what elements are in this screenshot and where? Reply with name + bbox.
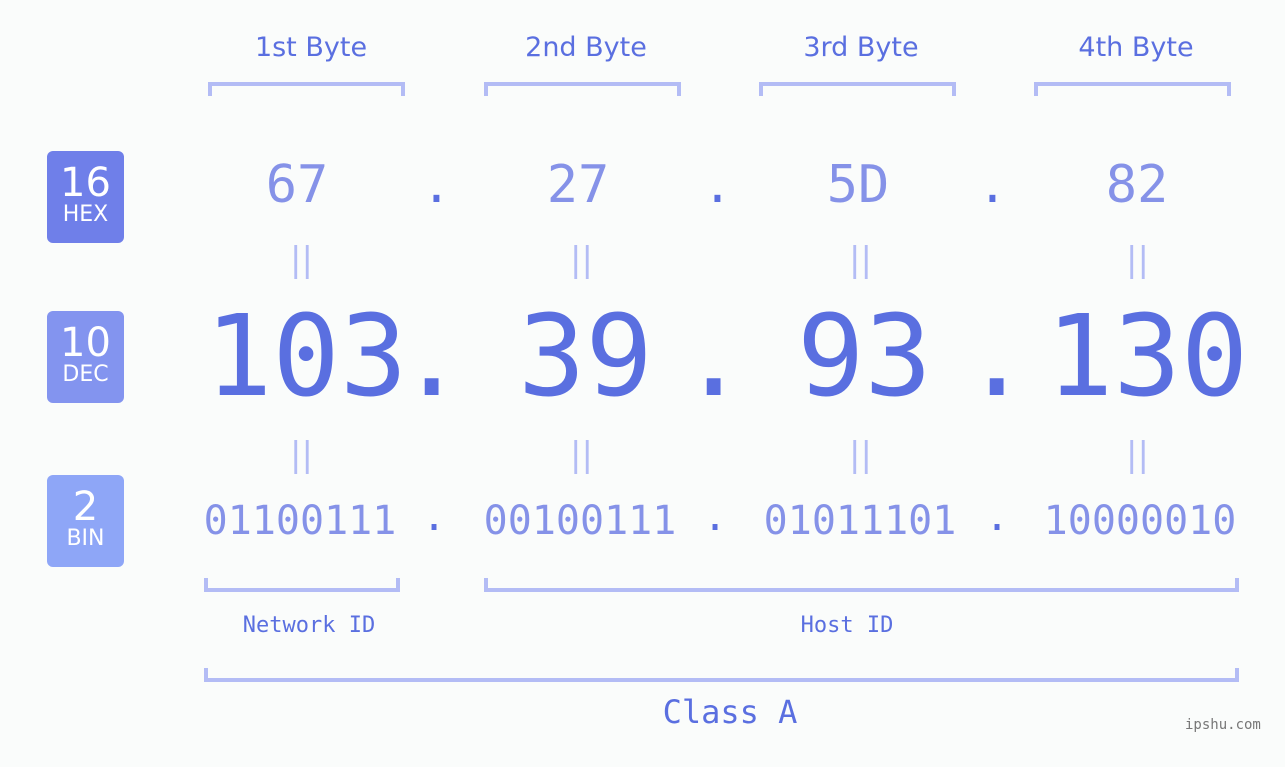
equals-hex-dec-2: || [570, 240, 593, 280]
byte-bracket-4 [1034, 82, 1231, 96]
dec-dot-1: . [398, 292, 466, 422]
equals-hex-dec-4: || [1126, 240, 1149, 280]
equals-hex-dec-3: || [849, 240, 872, 280]
dec-dot-2: . [680, 292, 748, 422]
dec-byte-3: 93 [797, 292, 932, 422]
hex-byte-3: 5D [826, 155, 890, 215]
bin-base: 2 [72, 484, 99, 530]
hex-byte-1: 67 [265, 155, 329, 215]
byte-label-2: 2nd Byte [525, 32, 647, 63]
dec-byte-4: 130 [1046, 292, 1249, 422]
equals-hex-dec-1: || [290, 240, 313, 280]
bin-dot-3: . [985, 494, 1010, 540]
dec-label: DEC [62, 362, 109, 387]
bin-label: BIN [66, 526, 105, 551]
bin-byte-1: 01100111 [203, 498, 397, 544]
byte-bracket-2 [484, 82, 681, 96]
class-label: Class A [662, 693, 798, 731]
dec-badge: 10 DEC [47, 311, 124, 403]
byte-bracket-1 [208, 82, 405, 96]
bin-badge: 2 BIN [47, 475, 124, 567]
equals-dec-bin-3: || [849, 435, 872, 475]
bin-byte-4: 10000010 [1043, 498, 1237, 544]
byte-label-1: 1st Byte [254, 32, 368, 63]
network-id-bracket [204, 578, 400, 592]
hex-label: HEX [62, 202, 109, 227]
class-bracket [204, 668, 1239, 682]
equals-dec-bin-1: || [290, 435, 313, 475]
bin-dot-1: . [422, 494, 447, 540]
bin-dot-2: . [703, 494, 728, 540]
network-id-label: Network ID [242, 613, 376, 638]
hex-byte-2: 27 [546, 155, 610, 215]
host-id-bracket [484, 578, 1239, 592]
byte-label-3: 3rd Byte [803, 32, 919, 63]
equals-dec-bin-4: || [1126, 435, 1149, 475]
watermark: ipshu.com [1185, 717, 1261, 733]
dec-byte-2: 39 [518, 292, 653, 422]
bin-byte-3: 01011101 [763, 498, 957, 544]
hex-dot-2: . [703, 158, 732, 214]
dec-base: 10 [60, 320, 111, 366]
hex-dot-3: . [978, 158, 1007, 214]
hex-byte-4: 82 [1105, 155, 1169, 215]
host-id-label: Host ID [800, 613, 894, 638]
bin-byte-2: 00100111 [483, 498, 677, 544]
equals-dec-bin-2: || [570, 435, 593, 475]
hex-dot-1: . [422, 158, 451, 214]
hex-badge: 16 HEX [47, 151, 124, 243]
hex-base: 16 [60, 160, 111, 206]
dec-dot-3: . [963, 292, 1031, 422]
dec-byte-1: 103 [205, 292, 408, 422]
byte-bracket-3 [759, 82, 956, 96]
byte-label-4: 4th Byte [1078, 32, 1194, 63]
